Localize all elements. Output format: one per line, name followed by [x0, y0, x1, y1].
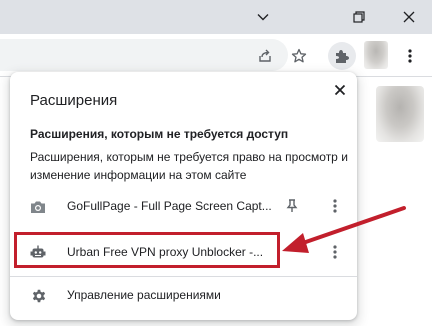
- annotation-arrow-icon: [282, 206, 406, 253]
